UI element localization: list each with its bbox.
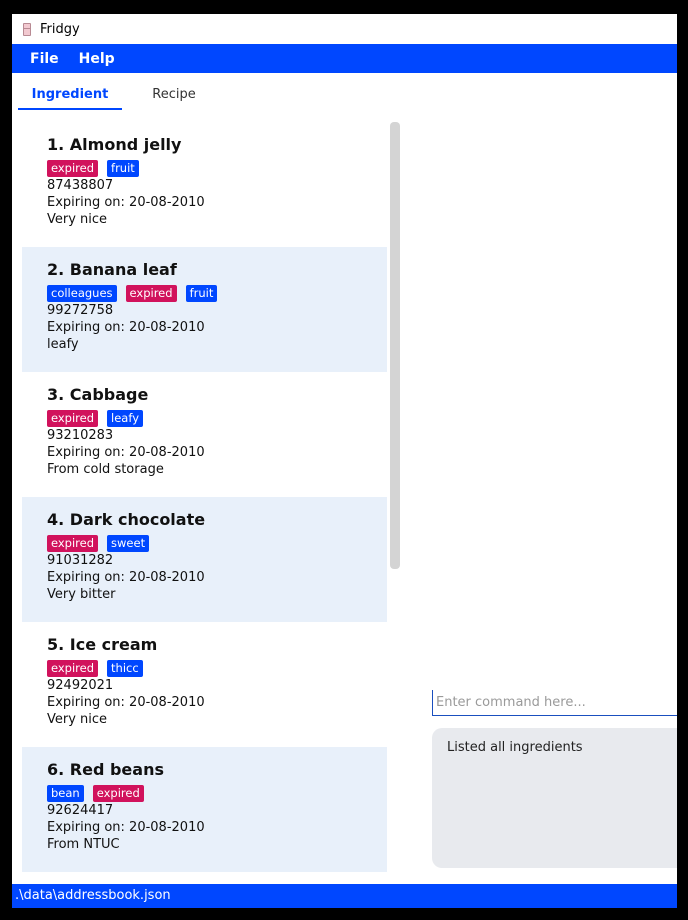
tag-badge: thicc xyxy=(107,660,143,677)
ingredient-name: 2. Banana leaf xyxy=(47,260,177,279)
tag-badge: expired xyxy=(92,785,144,802)
expiry-date: Expiring on: 20-08-2010 xyxy=(47,195,205,210)
ingredient-card[interactable]: 5. Ice cream expired thicc 92492021 Expiring… xyxy=(22,622,387,747)
tag-badge: sweet xyxy=(107,535,150,552)
tag-badge: bean xyxy=(47,785,84,802)
tab-recipe[interactable]: Recipe xyxy=(134,84,214,108)
tag-list: expired leafy xyxy=(47,410,144,427)
ingredient-code: 92492021 xyxy=(47,678,114,693)
ingredient-name: 4. Dark chocolate xyxy=(47,510,206,529)
ingredient-code: 99272758 xyxy=(47,303,114,318)
tag-list: expired sweet xyxy=(47,535,150,552)
ingredient-name: 3. Cabbage xyxy=(47,385,149,404)
status-file-path: .\data\addressbook.json xyxy=(15,888,171,903)
tag-badge: expired xyxy=(47,160,99,177)
ingredient-card[interactable]: 1. Almond jelly expired fruit 87438807 Expir… xyxy=(22,122,387,247)
tag-badge: expired xyxy=(47,410,99,427)
tab-bar: Ingredient Recipe xyxy=(18,84,218,110)
ingredient-note: From cold storage xyxy=(47,462,164,477)
ingredient-card[interactable]: 4. Dark chocolate expired sweet 91031282 Exp… xyxy=(22,497,387,622)
ingredient-card[interactable]: 2. Banana leaf colleagues expired fruit 9927… xyxy=(22,247,387,372)
expiry-date: Expiring on: 20-08-2010 xyxy=(47,320,205,335)
tag-badge: expired xyxy=(47,535,99,552)
tag-badge: fruit xyxy=(185,285,218,302)
ingredient-note: Very bitter xyxy=(47,587,116,602)
ingredient-name: 6. Red beans xyxy=(47,760,164,779)
ingredient-code: 91031282 xyxy=(47,553,114,568)
expiry-date: Expiring on: 20-08-2010 xyxy=(47,445,205,460)
ingredient-note: Very nice xyxy=(47,212,108,227)
status-bar: .\data\addressbook.json xyxy=(12,884,677,908)
expiry-date: Expiring on: 20-08-2010 xyxy=(47,695,205,710)
title-bar: Fridgy xyxy=(12,14,677,44)
command-input[interactable] xyxy=(432,690,677,716)
list-scrollbar[interactable] xyxy=(390,122,400,569)
tag-badge: expired xyxy=(47,660,99,677)
window-title: Fridgy xyxy=(40,21,80,37)
tag-list: bean expired xyxy=(47,785,144,802)
result-display: Listed all ingredients xyxy=(432,728,677,868)
ingredient-name: 5. Ice cream xyxy=(47,635,158,654)
ingredient-name: 1. Almond jelly xyxy=(47,135,182,154)
expiry-date: Expiring on: 20-08-2010 xyxy=(47,820,205,835)
ingredient-list[interactable]: 1. Almond jelly expired fruit 87438807 Expir… xyxy=(22,122,388,882)
tag-badge: leafy xyxy=(107,410,144,427)
tag-badge: expired xyxy=(125,285,177,302)
app-window: Fridgy File Help Ingredient Recipe 1. Al… xyxy=(12,14,677,908)
tag-badge: colleagues xyxy=(47,285,117,302)
ingredient-card[interactable]: 6. Red beans bean expired 92624417 Expiring … xyxy=(22,747,387,872)
tag-badge: fruit xyxy=(107,160,139,177)
fridge-icon xyxy=(22,22,32,37)
result-text: Listed all ingredients xyxy=(447,740,583,755)
tag-list: colleagues expired fruit xyxy=(47,285,218,302)
ingredient-code: 92624417 xyxy=(47,803,114,818)
ingredient-note: leafy xyxy=(47,337,79,352)
menu-file[interactable]: File xyxy=(20,51,69,67)
menu-bar: File Help xyxy=(12,44,677,73)
menu-help[interactable]: Help xyxy=(69,51,125,67)
ingredient-note: From NTUC xyxy=(47,837,120,852)
tab-ingredient[interactable]: Ingredient xyxy=(18,84,122,110)
ingredient-code: 93210283 xyxy=(47,428,114,443)
tag-list: expired fruit xyxy=(47,160,139,177)
ingredient-code: 87438807 xyxy=(47,178,114,193)
ingredient-note: Very nice xyxy=(47,712,108,727)
expiry-date: Expiring on: 20-08-2010 xyxy=(47,570,205,585)
tag-list: expired thicc xyxy=(47,660,143,677)
ingredient-card[interactable]: 3. Cabbage expired leafy 93210283 Expiring o… xyxy=(22,372,387,497)
